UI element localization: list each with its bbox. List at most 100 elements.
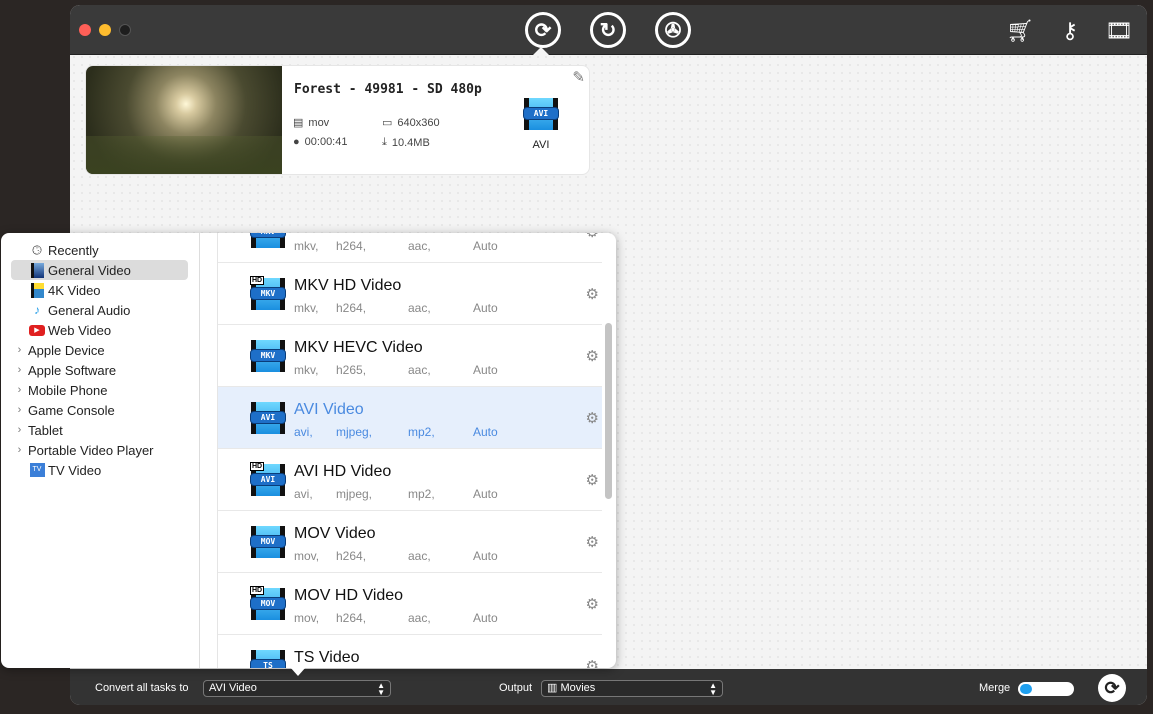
chevron-right-icon: › [17, 424, 22, 436]
convert-all-label: Convert all tasks to [95, 682, 189, 694]
format-badge: AVI [250, 411, 286, 424]
sidebar-item-general-audio[interactable]: ♪ General Audio [11, 300, 188, 320]
rotate-edit-icon[interactable]: ↻ [590, 12, 626, 48]
sidebar-item-label: General Audio [48, 302, 131, 318]
sidebar-item-apple-device[interactable]: › Apple Device [11, 340, 188, 360]
convert-start-button[interactable]: ⟳ [1098, 674, 1126, 702]
clock-icon: ● [293, 136, 300, 148]
hd-badge: HD [250, 586, 265, 595]
gear-icon[interactable]: ⚙ [586, 657, 599, 668]
sidebar-item-game-console[interactable]: › Game Console [11, 400, 188, 420]
format-row[interactable]: HD MOV MOV HD Video mov, h264, aac, Auto ⚙ [218, 573, 602, 635]
format-row[interactable]: MKV mkv, h264, aac, Auto ⚙ [218, 233, 602, 263]
sidebar-item-tv-video[interactable]: TV TV Video [11, 460, 188, 480]
mov-format-icon: MOV [250, 526, 286, 558]
film-reel-icon[interactable]: ✇ [655, 12, 691, 48]
sidebar-item-4k-video[interactable]: 4K Video [11, 280, 188, 300]
sidebar-item-label: Tablet [28, 422, 63, 438]
minimize-button[interactable] [99, 24, 111, 36]
format-row[interactable]: HD MKV MKV HD Video mkv, h264, aac, Auto ⚙ [218, 263, 602, 325]
sidebar-item-mobile-phone[interactable]: › Mobile Phone [11, 380, 188, 400]
format-row[interactable]: TS TS Video ⚙ [218, 635, 602, 668]
stepper-arrows-icon: ▲ ▼ [377, 681, 385, 697]
sidebar-item-portable-video-player[interactable]: › Portable Video Player [11, 440, 188, 460]
clock-icon: 🕓︎ [32, 242, 42, 257]
format-row[interactable]: HD AVI AVI HD Video avi, mjpeg, mp2, Auto ⚙ [218, 449, 602, 511]
sidebar-item-recently[interactable]: 🕓︎ Recently [11, 240, 188, 260]
gear-icon[interactable]: ⚙ [586, 409, 599, 427]
format-list: MKV mkv, h264, aac, Auto ⚙ HD MKV MKV HD Video mk… [217, 233, 602, 668]
format-spec: mov, [294, 549, 320, 563]
sidebar-item-label: Recently [48, 242, 99, 258]
task-card[interactable]: Forest - 49981 - SD 480p ▤ mov ● 00:00:41 … [85, 65, 590, 175]
format-spec: aac, [408, 549, 431, 563]
sidebar-item-apple-software[interactable]: › Apple Software [11, 360, 188, 380]
convert-format-select[interactable]: AVI Video ▲ ▼ [203, 680, 391, 697]
gear-icon[interactable]: ⚙ [586, 233, 599, 241]
convert-format-value: AVI Video [209, 682, 257, 694]
mkv-format-icon: HD MKV [250, 276, 286, 310]
folder-icon: ▥ [547, 682, 561, 694]
sidebar-item-web-video[interactable]: ▶ Web Video [11, 320, 188, 340]
format-spec: mkv, [294, 363, 319, 377]
sidebar-item-label: Apple Device [28, 342, 105, 358]
cart-icon[interactable]: 🛒︎ [1006, 18, 1034, 44]
video-music-icon[interactable]: 🎞︎ [1105, 18, 1133, 44]
format-spec: mkv, [294, 239, 319, 253]
format-spec: Auto [473, 487, 498, 501]
zoom-button[interactable] [119, 24, 131, 36]
sidebar-item-label: TV Video [48, 462, 102, 478]
format-spec: Auto [473, 239, 498, 253]
sidebar-item-label: General Video [48, 262, 131, 278]
format-spec: h264, [336, 301, 367, 315]
format-badge: MKV [250, 287, 286, 300]
chevron-right-icon: › [17, 404, 22, 416]
format-spec: Auto [473, 363, 498, 377]
format-name: MOV HD Video [294, 587, 404, 604]
hd-badge: HD [250, 276, 265, 285]
gear-icon[interactable]: ⚙ [586, 471, 599, 489]
close-button[interactable] [79, 24, 91, 36]
format-row[interactable]: MKV MKV HEVC Video mkv, h265, aac, Auto ⚙ [218, 325, 602, 387]
format-spec: avi, [294, 487, 313, 501]
format-badge: MKV [250, 233, 286, 238]
mkv-format-icon: MKV [250, 340, 286, 372]
task-title: Forest - 49981 - SD 480p [294, 82, 482, 97]
output-folder-select[interactable]: ▥ Movies ▲ ▼ [541, 680, 723, 697]
format-badge: AVI [250, 473, 286, 486]
format-spec: Auto [473, 301, 498, 315]
sidebar-item-label: Game Console [28, 402, 115, 418]
format-name: MKV HEVC Video [294, 339, 423, 356]
film-icon: ▤ [293, 117, 304, 129]
gear-icon[interactable]: ⚙ [586, 595, 599, 613]
format-spec: h264, [336, 549, 367, 563]
format-spec: mjpeg, [336, 487, 373, 501]
merge-toggle[interactable] [1018, 682, 1074, 696]
avi-format-icon: AVI [250, 402, 286, 434]
format-spec: aac, [408, 611, 431, 625]
gear-icon[interactable]: ⚙ [586, 533, 599, 551]
duration: 00:00:41 [304, 136, 348, 148]
convert-icon[interactable]: ⟳ [525, 12, 561, 48]
format-spec: Auto [473, 425, 498, 439]
stepper-arrows-icon: ▲ ▼ [709, 681, 717, 697]
format-badge: MOV [250, 535, 286, 548]
edit-pencil-icon[interactable]: ✎ [572, 68, 585, 86]
4k-film-icon [29, 282, 45, 298]
sidebar-item-general-video[interactable]: General Video [11, 260, 188, 280]
format-row[interactable]: MOV MOV Video mov, h264, aac, Auto ⚙ [218, 511, 602, 573]
target-format-button[interactable]: AVI AVI [523, 98, 562, 151]
gear-icon[interactable]: ⚙ [586, 347, 599, 365]
format-list-scrollbar[interactable] [605, 323, 612, 499]
key-icon[interactable]: ⚷ [1062, 18, 1078, 44]
format-row[interactable]: AVI AVI Video avi, mjpeg, mp2, Auto ⚙ [218, 387, 602, 449]
sidebar-item-tablet[interactable]: › Tablet [11, 420, 188, 440]
chevron-right-icon: › [17, 364, 22, 376]
gear-icon[interactable]: ⚙ [586, 285, 599, 303]
format-name: MOV Video [294, 525, 376, 542]
format-name: AVI HD Video [294, 463, 392, 480]
format-spec: Auto [473, 611, 498, 625]
sidebar-item-label: Web Video [48, 322, 112, 338]
format-spec: aac, [408, 301, 431, 315]
tv-icon: TV [29, 462, 45, 478]
